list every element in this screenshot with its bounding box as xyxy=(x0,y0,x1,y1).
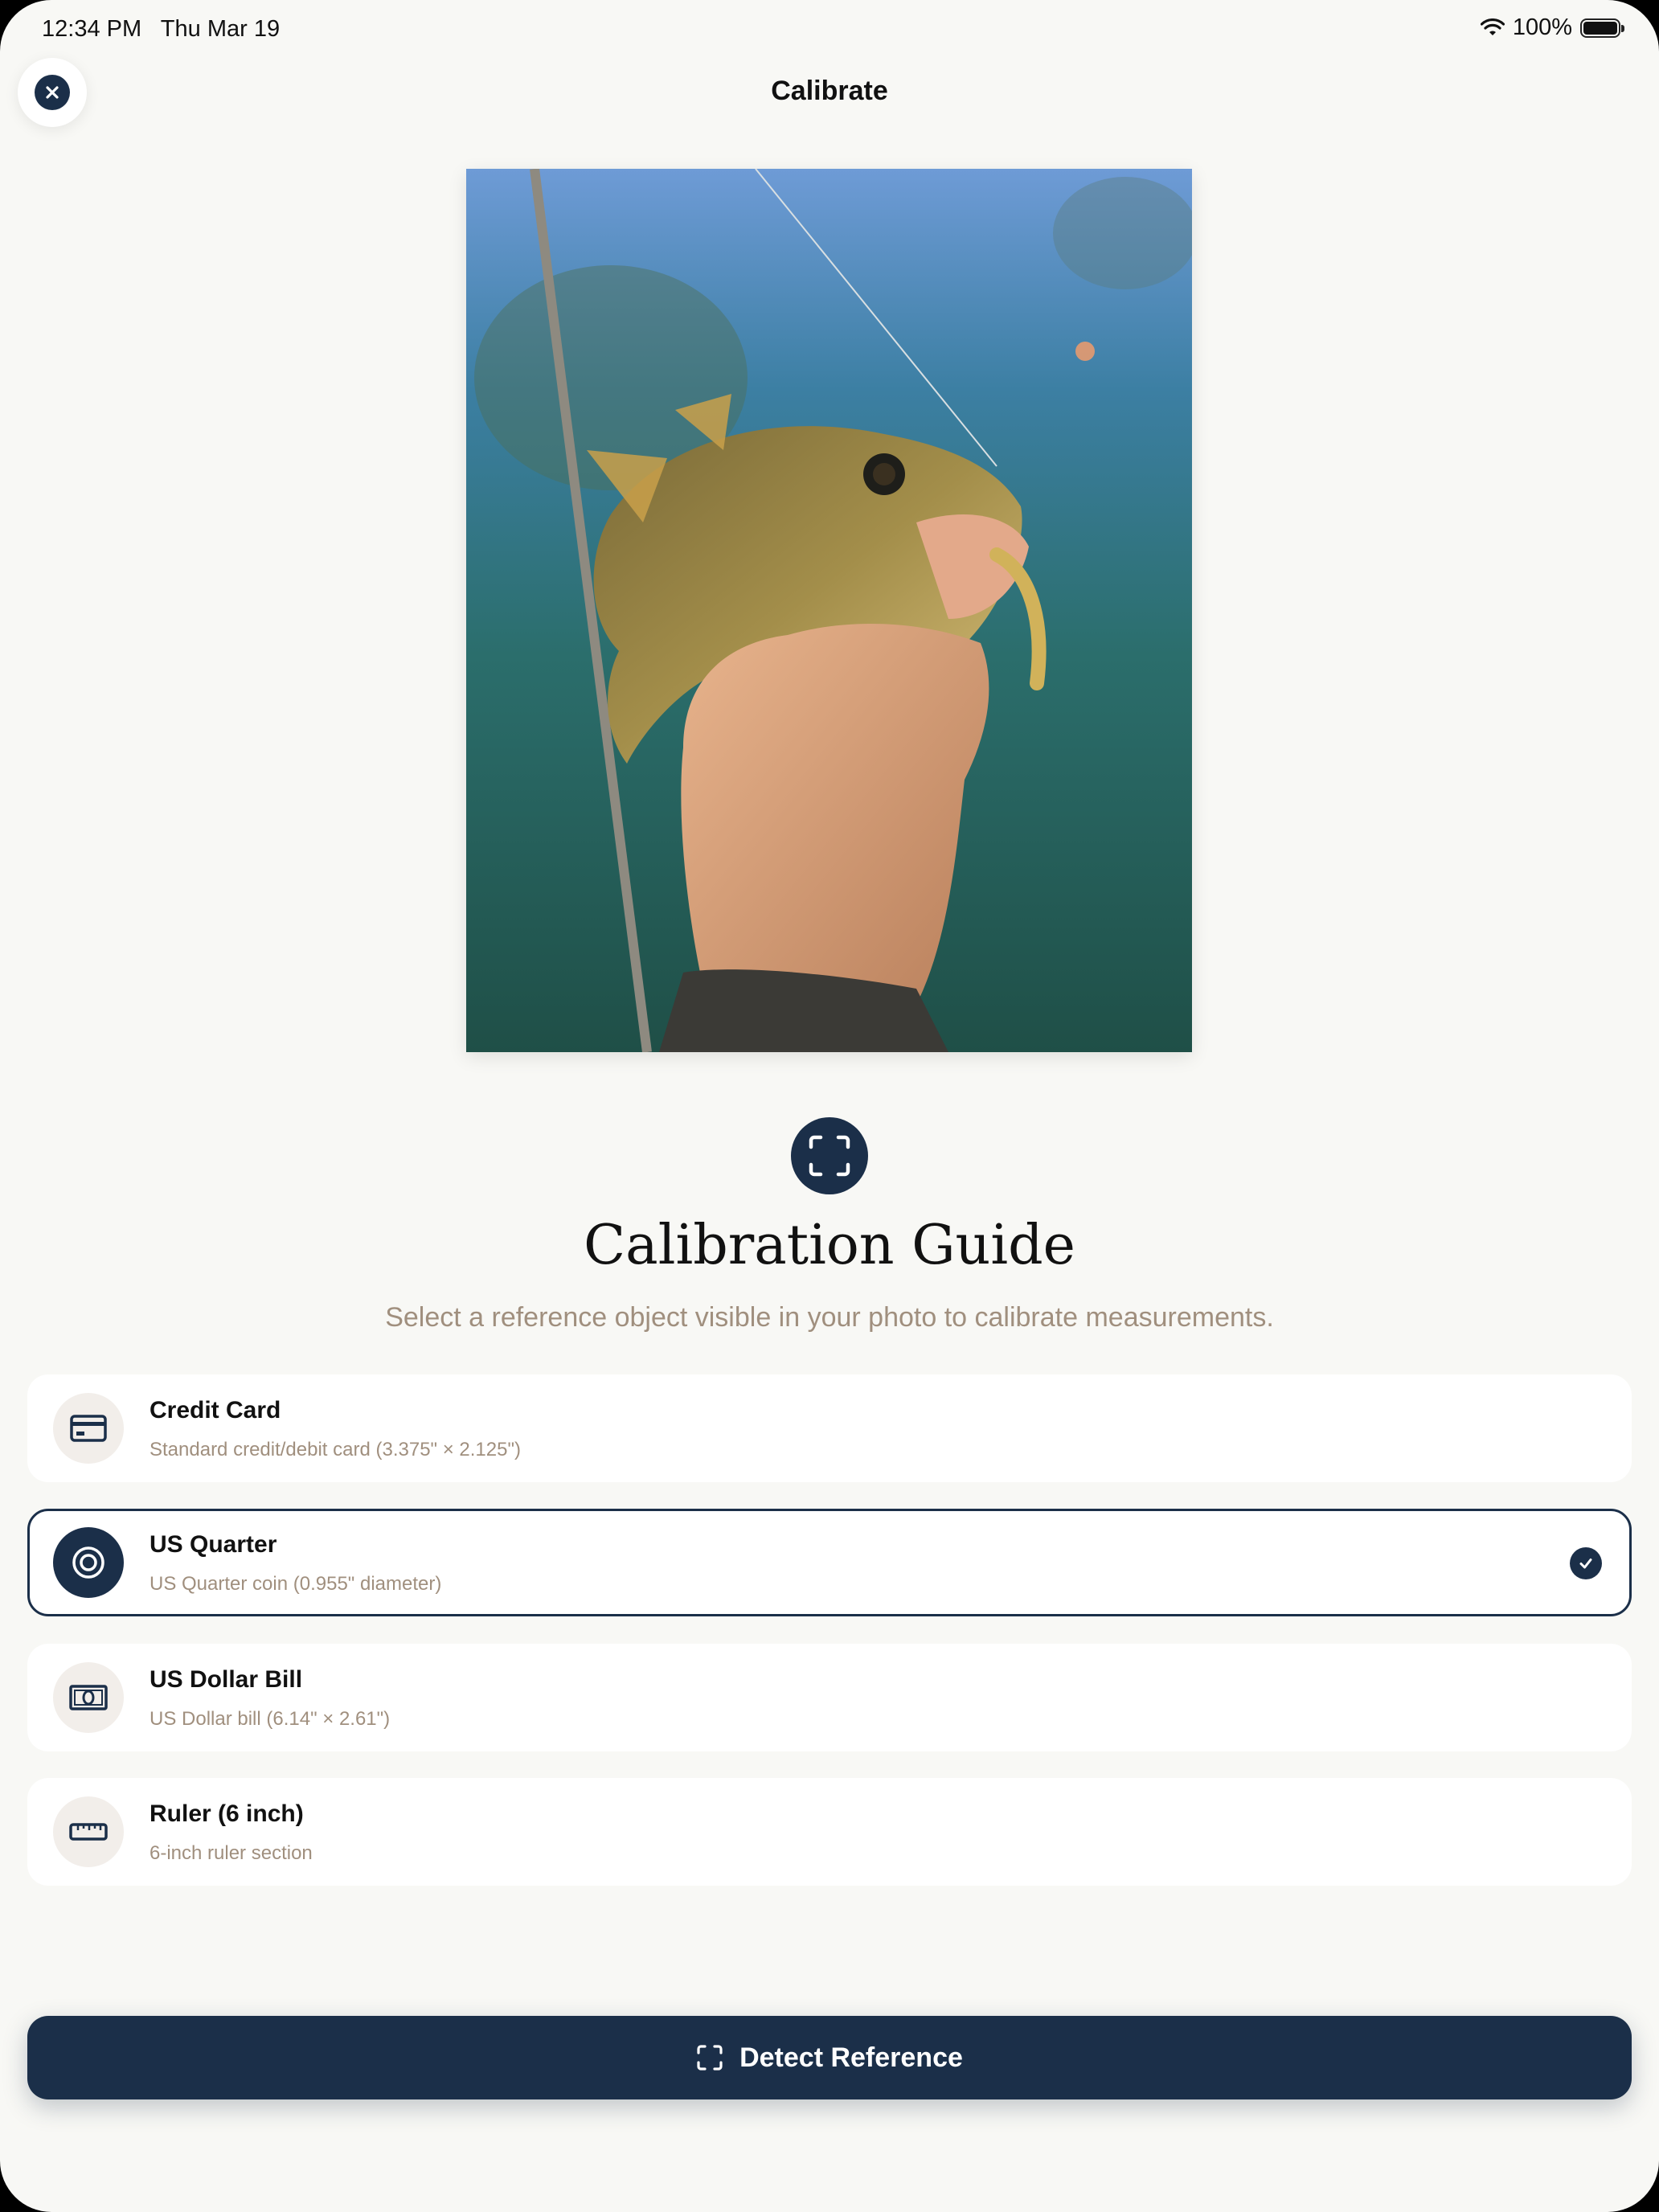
option-title: US Quarter xyxy=(150,1531,277,1558)
wifi-icon xyxy=(1480,18,1505,35)
battery-icon xyxy=(1580,18,1624,38)
option-title: Ruler (6 inch) xyxy=(150,1800,304,1827)
viewfinder-icon xyxy=(697,2045,723,2071)
option-ruler[interactable]: Ruler (6 inch) 6-inch ruler section xyxy=(27,1778,1632,1886)
ruler-icon xyxy=(53,1796,124,1867)
status-date-text: Thu Mar 19 xyxy=(160,16,281,42)
status-indicators: 100% xyxy=(1480,14,1624,41)
option-description: Standard credit/debit card (3.375" × 2.1… xyxy=(150,1439,521,1460)
credit-card-icon xyxy=(53,1393,124,1464)
guide-subtitle: Select a reference object visible in you… xyxy=(385,1302,1274,1333)
dollar-bill-icon xyxy=(53,1662,124,1733)
checkmark-icon xyxy=(1570,1547,1602,1579)
option-title: Credit Card xyxy=(150,1397,281,1423)
coin-icon xyxy=(53,1527,124,1598)
detect-reference-label: Detect Reference xyxy=(739,2042,963,2073)
option-description: US Dollar bill (6.14" × 2.61") xyxy=(150,1708,391,1730)
option-credit-card[interactable]: Credit Card Standard credit/debit card (… xyxy=(27,1374,1632,1482)
page-title: Calibrate xyxy=(771,76,888,106)
option-us-quarter[interactable]: US Quarter US Quarter coin (0.955" diame… xyxy=(27,1509,1632,1616)
guide-title: Calibration Guide xyxy=(584,1214,1075,1277)
status-time-text: 12:34 PM xyxy=(42,16,142,42)
option-description: 6-inch ruler section xyxy=(150,1842,313,1864)
screen: 12:34 PM Thu Mar 19 100% Calibrate Calib… xyxy=(0,0,1659,2212)
option-description: US Quarter coin (0.955" diameter) xyxy=(150,1573,442,1595)
battery-percent: 100% xyxy=(1512,14,1572,40)
status-time: 12:34 PM Thu Mar 19 xyxy=(42,16,280,43)
option-us-dollar-bill[interactable]: US Dollar Bill US Dollar bill (6.14" × 2… xyxy=(27,1644,1632,1751)
option-title: US Dollar Bill xyxy=(150,1666,303,1693)
detect-reference-button[interactable]: Detect Reference xyxy=(27,2016,1632,2099)
photo-of-fish xyxy=(466,169,1192,1052)
viewfinder-icon xyxy=(791,1117,868,1194)
